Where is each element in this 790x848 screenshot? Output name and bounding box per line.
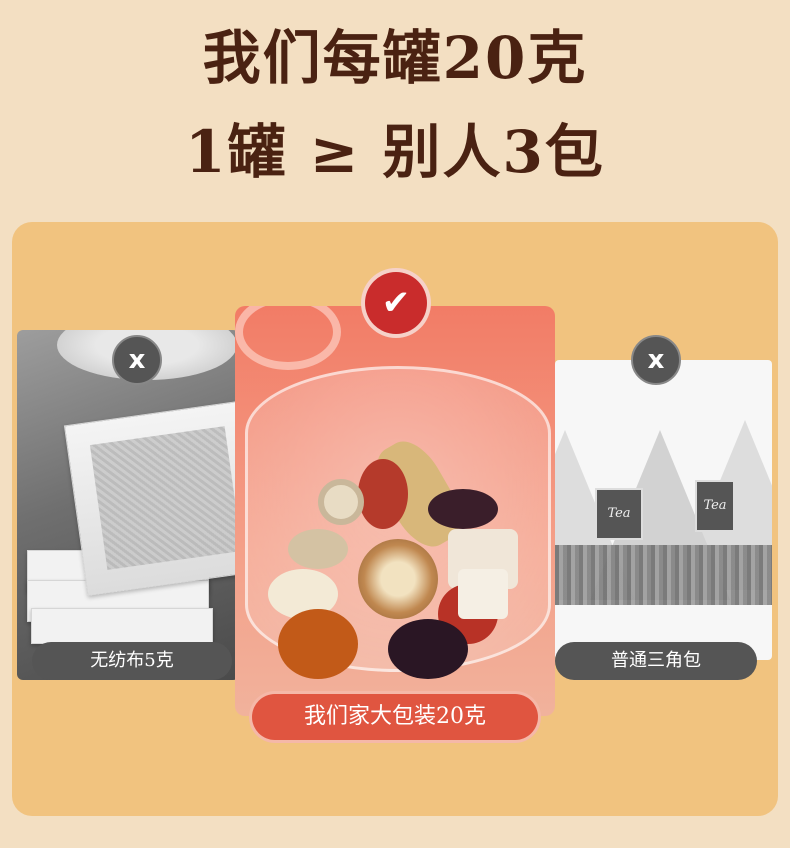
jar-cup [245,366,551,679]
teabag-image [63,400,239,596]
pyramid-bag-label: 普通三角包 [555,642,757,680]
check-icon: ✔ [365,272,427,334]
nonwoven-label: 无纺布5克 [32,642,232,680]
our-package-label: 我们家大包装20克 [252,694,538,740]
pyramid-teabag-image: Tea Tea [555,360,772,660]
tea-tag: Tea [595,488,643,540]
jar-product-image [235,306,555,716]
cross-icon: x [631,335,681,385]
headline-line-2: 1罐 ≥ 别人3包 [185,118,605,186]
tea-tag: Tea [695,480,735,532]
cross-icon: x [112,335,162,385]
headline-line-1: 我们每罐20克 [202,24,588,92]
